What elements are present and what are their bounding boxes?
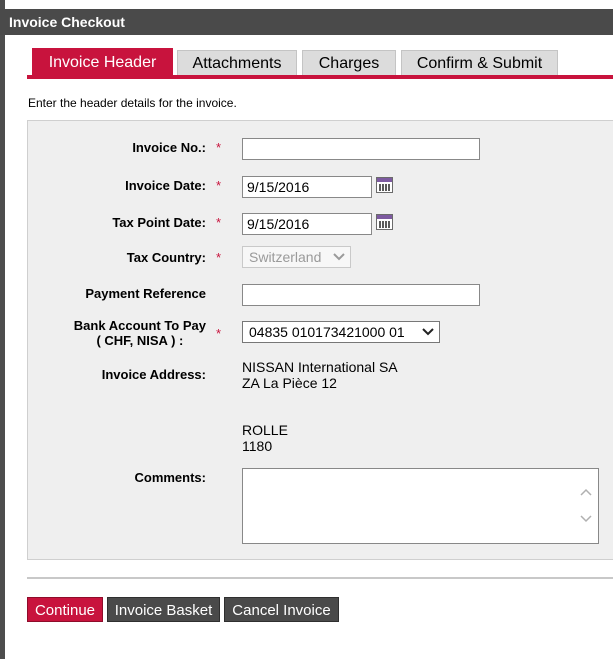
tax-point-date-input[interactable] bbox=[242, 213, 372, 235]
tab-attachments[interactable]: Attachments bbox=[177, 50, 297, 75]
cancel-invoice-button[interactable]: Cancel Invoice bbox=[224, 597, 339, 622]
tab-confirm-submit[interactable]: Confirm & Submit bbox=[401, 50, 558, 75]
required-marker: * bbox=[216, 250, 222, 265]
required-marker: * bbox=[216, 178, 222, 193]
left-edge-bar bbox=[0, 0, 5, 659]
tax-country-value: Switzerland bbox=[249, 249, 322, 265]
bank-account-label: Bank Account To Pay ( CHF, NISA ) : bbox=[74, 318, 206, 348]
tab-underline bbox=[27, 75, 613, 79]
bank-account-value: 04835 010173421000 01 bbox=[249, 324, 405, 340]
invoice-no-input[interactable] bbox=[242, 138, 480, 160]
tab-charges[interactable]: Charges bbox=[302, 50, 396, 75]
scroll-up-icon[interactable] bbox=[580, 487, 592, 497]
address-line-2: ZA La Pièce 12 bbox=[242, 375, 337, 391]
calendar-icon[interactable] bbox=[376, 177, 393, 193]
invoice-no-label: Invoice No.: bbox=[132, 140, 206, 155]
address-postcode: 1180 bbox=[242, 438, 273, 454]
calendar-icon[interactable] bbox=[376, 214, 393, 230]
tab-bar: Invoice Header Attachments Charges Confi… bbox=[27, 48, 613, 75]
invoice-date-input[interactable] bbox=[242, 176, 372, 198]
required-marker: * bbox=[216, 215, 222, 230]
bank-account-label-line2: ( CHF, NISA ) : bbox=[96, 333, 184, 348]
tax-country-select: Switzerland bbox=[242, 246, 351, 268]
invoice-basket-button[interactable]: Invoice Basket bbox=[107, 597, 220, 622]
window-title: Invoice Checkout bbox=[0, 9, 613, 35]
chevron-down-icon bbox=[333, 253, 345, 261]
tab-invoice-header[interactable]: Invoice Header bbox=[32, 48, 173, 75]
comments-label: Comments: bbox=[134, 470, 206, 485]
bank-account-select[interactable]: 04835 010173421000 01 bbox=[242, 321, 440, 343]
required-marker: * bbox=[216, 140, 222, 155]
invoice-address-label: Invoice Address: bbox=[101, 367, 206, 382]
required-marker: * bbox=[216, 326, 222, 341]
bank-account-label-line1: Bank Account To Pay bbox=[73, 318, 206, 333]
invoice-date-label: Invoice Date: bbox=[125, 178, 206, 193]
scroll-down-icon[interactable] bbox=[580, 514, 592, 524]
continue-button[interactable]: Continue bbox=[27, 597, 103, 622]
address-line-1: NISSAN International SA bbox=[242, 359, 398, 375]
chevron-down-icon bbox=[422, 328, 434, 336]
intro-text: Enter the header details for the invoice… bbox=[28, 96, 237, 110]
payment-reference-input[interactable] bbox=[242, 284, 480, 306]
tax-country-label: Tax Country: bbox=[126, 250, 206, 265]
divider bbox=[27, 577, 613, 579]
payment-reference-label: Payment Reference bbox=[85, 286, 206, 301]
tax-point-date-label: Tax Point Date: bbox=[112, 215, 206, 230]
comments-textarea[interactable] bbox=[242, 468, 599, 544]
address-city: ROLLE bbox=[242, 422, 288, 438]
